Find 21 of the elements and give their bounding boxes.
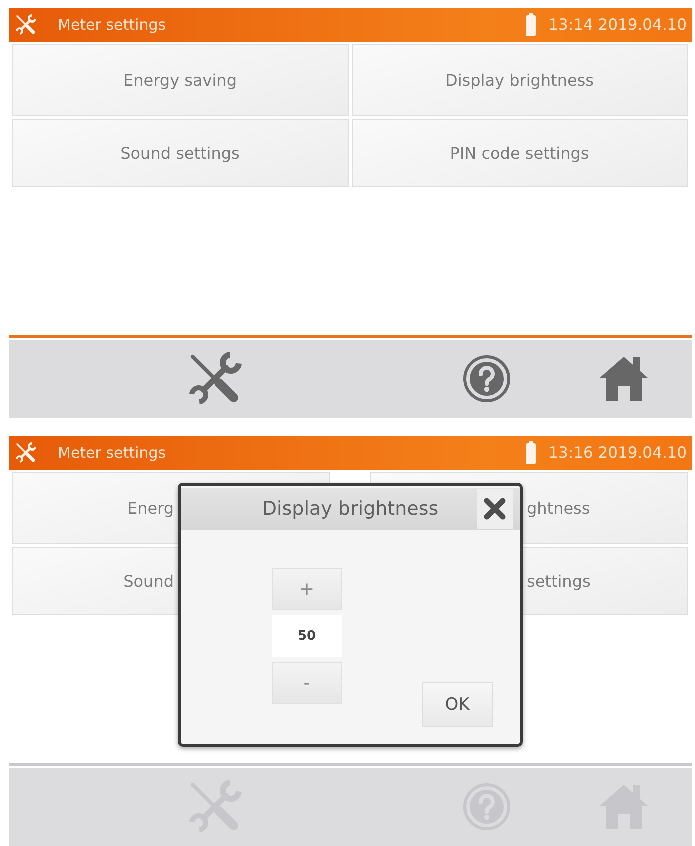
increment-button[interactable]: + [272, 568, 342, 610]
close-button[interactable] [477, 489, 513, 529]
value-field[interactable]: 50 [272, 615, 342, 657]
tools-icon [15, 442, 37, 464]
decrement-button[interactable]: - [272, 662, 342, 704]
screen-title: Meter settings [58, 444, 166, 462]
tools-icon [15, 14, 37, 36]
home-icon[interactable] [599, 354, 649, 404]
menu-button[interactable]: PIN code settings [352, 119, 688, 187]
close-icon [484, 498, 506, 520]
menu-button[interactable]: Sound settings [12, 119, 348, 187]
menu-button[interactable]: Energy saving [12, 44, 348, 116]
ok-button[interactable]: OK [422, 682, 493, 727]
menu-button[interactable]: Display brightness [352, 44, 688, 116]
tools-icon[interactable] [187, 351, 243, 407]
help-icon[interactable] [463, 355, 511, 403]
battery-icon [524, 441, 537, 465]
clock-text: 13:14 2019.04.10 [548, 16, 687, 34]
clock-text: 13:16 2019.04.10 [548, 444, 687, 462]
battery-icon [524, 13, 537, 37]
screen-title: Meter settings [58, 16, 166, 34]
